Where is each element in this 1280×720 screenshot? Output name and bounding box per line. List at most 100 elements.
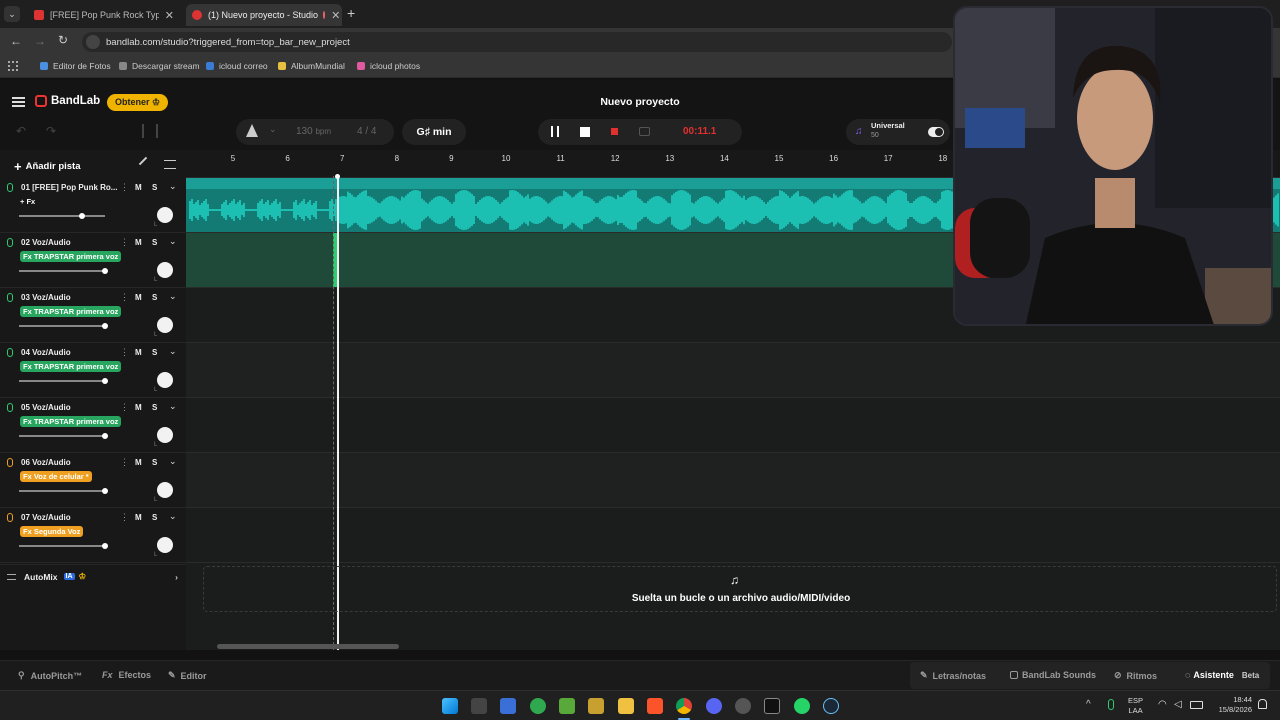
pan-knob[interactable] <box>157 317 173 333</box>
fx-preset-badge[interactable]: Fx TRAPSTAR primera voz <box>20 306 122 317</box>
volume-slider-thumb[interactable] <box>102 433 108 439</box>
steam-icon[interactable] <box>823 698 839 714</box>
bookmark-icloud-photos[interactable]: icloud photos <box>357 61 420 71</box>
drag-handle-icon[interactable]: ⋮ <box>120 347 129 358</box>
volume-slider-thumb[interactable] <box>102 378 108 384</box>
new-tab-button[interactable]: + <box>347 5 355 21</box>
track-header-1[interactable]: 01 [FREE] Pop Punk Ro... ⋮ M S ⌄ + Fx L <box>0 178 186 233</box>
metronome-icon[interactable] <box>246 124 258 137</box>
minecraft-icon[interactable] <box>559 698 575 714</box>
chrome-icon[interactable] <box>676 698 692 714</box>
mute-button[interactable]: M <box>135 183 142 192</box>
track-name[interactable]: 01 [FREE] Pop Punk Ro... <box>21 183 117 192</box>
bandlab-sounds-button[interactable]: BandLab Sounds <box>1010 670 1096 680</box>
solo-button[interactable]: S <box>152 183 157 192</box>
url-field[interactable]: bandlab.com/studio?triggered_from=top_ba… <box>82 32 952 52</box>
track-header-4[interactable]: 04 Voz/Audio ⋮ M S ⌄ Fx TRAPSTAR primera voz L <box>0 343 186 398</box>
wand-icon[interactable] <box>138 156 148 166</box>
drag-handle-icon[interactable]: ⋮ <box>120 402 129 413</box>
volume-slider-thumb[interactable] <box>78 213 85 219</box>
project-title[interactable]: Nuevo proyecto <box>540 96 740 108</box>
store-icon[interactable] <box>500 698 516 714</box>
volume-slider-thumb[interactable] <box>102 488 108 494</box>
mixer-icon[interactable] <box>142 124 158 138</box>
volume-slider-thumb[interactable] <box>102 543 108 549</box>
apps-grid-icon[interactable] <box>8 61 18 71</box>
mute-button[interactable]: M <box>135 513 142 522</box>
volume-slider[interactable] <box>19 488 108 494</box>
game-icon[interactable] <box>588 698 604 714</box>
time-signature-field[interactable]: 4 / 4 <box>357 126 376 137</box>
app-icon-2[interactable] <box>735 698 751 714</box>
discord-icon[interactable] <box>706 698 722 714</box>
volume-icon[interactable]: ◁ <box>1174 699 1182 710</box>
mute-button[interactable]: M <box>135 348 142 357</box>
fx-preset-badge[interactable]: Fx Segunda Voz <box>20 526 84 537</box>
volume-slider[interactable] <box>19 268 108 274</box>
tab-youtube[interactable]: [FREE] Pop Punk Rock Type Be ✕ <box>28 4 180 26</box>
volume-slider[interactable] <box>19 433 108 439</box>
wifi-icon[interactable]: ◠ <box>1158 699 1167 710</box>
bookmark-album-mundial[interactable]: AlbumMundial <box>278 61 345 71</box>
drag-handle-icon[interactable]: ⋮ <box>120 457 129 468</box>
xbox-icon[interactable] <box>530 698 546 714</box>
folder-icon[interactable] <box>618 698 634 714</box>
horizontal-scrollbar[interactable] <box>217 644 399 649</box>
bookmark-descargar-stream[interactable]: Descargar stream <box>119 61 200 71</box>
key-selector[interactable]: G♯ min <box>402 119 466 145</box>
site-info-icon[interactable] <box>86 35 100 49</box>
close-icon[interactable]: ✕ <box>325 9 340 22</box>
clock[interactable]: 18:44 15/8/2026 <box>1212 695 1252 715</box>
chevron-down-icon[interactable]: ⌄ <box>169 401 177 412</box>
mute-button[interactable]: M <box>135 238 142 247</box>
pan-knob[interactable] <box>157 537 173 553</box>
chevron-down-icon[interactable]: ⌄ <box>169 511 177 522</box>
undo-icon[interactable]: ↶ <box>16 124 26 138</box>
pan-knob[interactable] <box>157 207 173 223</box>
volume-slider[interactable] <box>19 323 108 329</box>
bandlab-logo[interactable]: BandLab <box>35 95 100 107</box>
track-name[interactable]: 05 Voz/Audio <box>21 403 117 412</box>
whatsapp-icon[interactable] <box>794 698 810 714</box>
forward-icon[interactable]: → <box>34 34 46 48</box>
track-name[interactable]: 04 Voz/Audio <box>21 348 117 357</box>
drag-handle-icon[interactable]: ⋮ <box>120 237 129 248</box>
track-name[interactable]: 03 Voz/Audio <box>21 293 117 302</box>
mute-button[interactable]: M <box>135 403 142 412</box>
bookmark-icloud-correo[interactable]: icloud correo <box>206 61 268 71</box>
track-name[interactable]: 07 Voz/Audio <box>21 513 117 522</box>
fx-preset-badge[interactable]: Fx TRAPSTAR primera voz <box>20 416 122 427</box>
fx-preset-badge[interactable]: Fx TRAPSTAR primera voz <box>20 361 122 372</box>
volume-slider[interactable] <box>19 378 108 384</box>
bookmark-editor-fotos[interactable]: Editor de Fotos <box>40 61 111 71</box>
capcut-icon[interactable] <box>764 698 780 714</box>
drag-handle-icon[interactable]: ⋮ <box>120 292 129 303</box>
preset-toggle[interactable] <box>928 127 944 137</box>
brave-icon[interactable] <box>647 698 663 714</box>
pause-button[interactable] <box>551 126 559 137</box>
track-header-3[interactable]: 03 Voz/Audio ⋮ M S ⌄ Fx TRAPSTAR primera voz L <box>0 288 186 343</box>
chevron-down-icon[interactable]: ⌄ <box>169 181 177 192</box>
chevron-down-icon[interactable]: ⌄ <box>169 456 177 467</box>
windows-start-icon[interactable] <box>442 698 458 714</box>
track-header-6[interactable]: 06 Voz/Audio ⋮ M S ⌄ Fx Voz de celular * L <box>0 453 186 508</box>
pan-knob[interactable] <box>157 427 173 443</box>
language-indicator[interactable]: ESP LAA <box>1128 696 1143 716</box>
redo-icon[interactable]: ↷ <box>46 124 56 138</box>
pan-knob[interactable] <box>157 372 173 388</box>
close-icon[interactable]: ✕ <box>159 9 174 22</box>
autopitch-button[interactable]: ⚲ AutoPitch™ <box>18 670 82 681</box>
mute-button[interactable]: M <box>135 293 142 302</box>
volume-slider-thumb[interactable] <box>102 268 108 274</box>
battery-icon[interactable] <box>1190 701 1203 709</box>
chevron-down-icon[interactable]: ⌄ <box>169 291 177 302</box>
reload-icon[interactable]: ↻ <box>58 33 68 47</box>
tab-search-button[interactable]: ⌄ <box>4 6 20 22</box>
automix-row[interactable]: AutoMix IA ♔ › <box>0 564 186 588</box>
track-name[interactable]: 06 Voz/Audio <box>21 458 117 467</box>
filter-icon[interactable] <box>164 160 176 169</box>
fx-preset-badge[interactable]: Fx TRAPSTAR primera voz <box>20 251 122 262</box>
preset-name[interactable]: Universal <box>871 121 905 130</box>
pan-knob[interactable] <box>157 262 173 278</box>
tab-studio[interactable]: (1) Nuevo proyecto - Studio ✕ <box>186 4 342 26</box>
